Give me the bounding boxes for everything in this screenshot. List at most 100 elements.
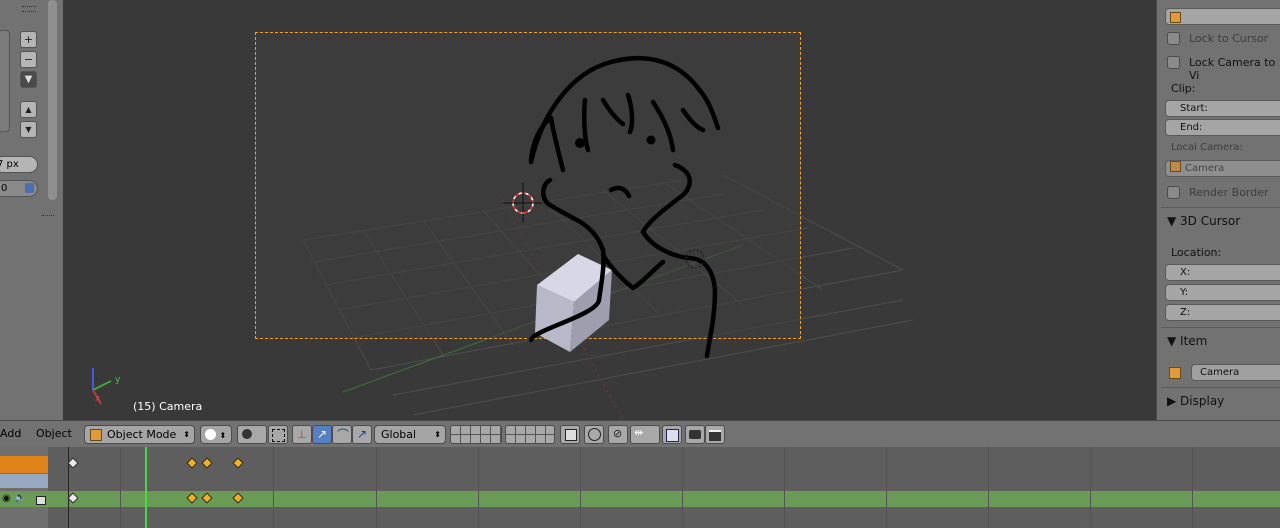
proportional-editing-button[interactable]	[584, 425, 604, 444]
color-swatch-button[interactable]: ▼	[20, 71, 37, 88]
lock-to-cursor-label: Lock to Cursor	[1189, 32, 1269, 45]
clip-label: Clip:	[1171, 82, 1196, 95]
clapper-icon	[709, 430, 721, 441]
frame-gridline	[120, 447, 121, 528]
layers-icon	[565, 429, 577, 441]
playhead-cursor[interactable]	[145, 447, 147, 528]
updown-icon: ⬍	[219, 431, 227, 440]
channel-object[interactable]	[0, 474, 48, 488]
region-grip-icon[interactable]	[42, 215, 54, 219]
move-down-button[interactable]: ▼	[20, 121, 37, 138]
layers-row-2[interactable]	[505, 425, 555, 444]
toolshelf-panel	[0, 30, 10, 132]
link-icon	[25, 183, 34, 193]
view3d-header: Add Object Object Mode ⬍ ⬍ ⊥ ↗ ⌒ ↗ Globa…	[0, 420, 1280, 447]
transform-orientation-selector[interactable]: Global ⬍	[374, 425, 446, 444]
keyframe[interactable]	[201, 457, 213, 469]
scale-manipulator-button[interactable]: ↗	[352, 425, 372, 444]
value-field-text: 0	[1, 183, 8, 194]
pivot-point-selector[interactable]	[237, 425, 267, 444]
toolshelf-scrollbar[interactable]	[48, 0, 57, 200]
toolshelf-grip-icon[interactable]	[22, 6, 36, 12]
3d-cursor-icon[interactable]	[503, 183, 543, 223]
eye-icon[interactable]: ◉	[2, 493, 11, 504]
clip-end-field[interactable]: End:	[1165, 119, 1280, 136]
magnet-icon: ⊘	[613, 427, 623, 440]
grid-icon	[666, 429, 679, 442]
item-panel-header[interactable]: ▼ Item	[1167, 334, 1207, 348]
speaker-icon[interactable]: 🔈	[14, 492, 26, 503]
frame-gridline	[1090, 447, 1091, 528]
size-field[interactable]: 7 px	[0, 156, 38, 173]
lock-icon[interactable]	[36, 496, 46, 505]
object-mode-icon	[90, 429, 102, 441]
add-menu[interactable]: Add	[0, 427, 21, 440]
mode-selector-label: Object Mode	[107, 428, 177, 441]
channel-summary[interactable]	[0, 456, 48, 473]
grease-pencil-channel[interactable]: ◉ 🔈	[0, 491, 48, 507]
section-divider	[1161, 387, 1280, 388]
zoom-in-button[interactable]: +	[20, 31, 37, 48]
camera-object-icon	[1170, 161, 1181, 172]
snap-increment-icon: ⇹	[634, 426, 644, 439]
move-up-button[interactable]: ▲	[20, 101, 37, 118]
render-border-checkbox[interactable]	[1167, 186, 1180, 199]
frame-gridline	[376, 447, 377, 528]
local-camera-label: Local Camera:	[1171, 142, 1243, 153]
snap-toggle-button[interactable]: ⊘	[608, 425, 628, 444]
layers-row-1[interactable]	[450, 425, 502, 444]
local-camera-field[interactable]: Camera	[1165, 160, 1280, 177]
lock-to-cursor-checkbox[interactable]	[1167, 32, 1180, 45]
properties-region: Lock to Cursor Lock Camera to Vi Clip: S…	[1156, 0, 1280, 420]
3d-cursor-panel-header[interactable]: ▼ 3D Cursor	[1167, 214, 1240, 228]
dopesheet-editor[interactable]: ◉ 🔈	[0, 447, 1280, 528]
location-label: Location:	[1171, 246, 1222, 259]
viewport-shading-selector[interactable]: ⬍	[200, 425, 232, 444]
frame-gridline	[988, 447, 989, 528]
section-divider	[1161, 327, 1280, 328]
cursor-y-field[interactable]: Y:	[1165, 284, 1280, 301]
cursor-z-field[interactable]: Z:	[1165, 304, 1280, 321]
arrow-up-icon: ▲	[25, 105, 32, 114]
manipulate-center-button[interactable]	[268, 425, 288, 444]
tool-shelf: + − ▼ ▲ ▼ 7 px 0	[0, 0, 63, 420]
clip-start-field[interactable]: Start:	[1165, 100, 1280, 117]
frame-gridline	[682, 447, 683, 528]
value-field[interactable]: 0	[0, 180, 38, 197]
mode-selector[interactable]: Object Mode ⬍	[84, 425, 195, 444]
keyframe[interactable]	[67, 457, 79, 469]
region-border	[68, 447, 69, 528]
translate-manipulator-button[interactable]: ↗	[312, 425, 332, 444]
local-camera-value: Camera	[1185, 163, 1225, 174]
3d-viewport[interactable]: y x (15) Camera	[63, 0, 1156, 420]
lock-object-field[interactable]	[1165, 8, 1280, 25]
lock-camera-checkbox[interactable]	[1167, 56, 1180, 69]
frame-gridline	[1192, 447, 1193, 528]
display-panel-header[interactable]: ▶ Display	[1167, 394, 1224, 408]
active-object-label: (15) Camera	[133, 400, 203, 413]
render-preview-button[interactable]	[662, 425, 682, 444]
frame-gridline	[886, 447, 887, 528]
object-menu[interactable]: Object	[36, 427, 72, 440]
updown-icon: ⬍	[434, 430, 441, 439]
object-name-field[interactable]: Camera	[1191, 364, 1280, 381]
object-data-icon	[1169, 367, 1181, 379]
manipulator-toggle[interactable]: ⊥	[292, 425, 312, 444]
rotate-manipulator-button[interactable]: ⌒	[332, 425, 352, 444]
render-animation-button[interactable]	[705, 425, 725, 444]
keyframe[interactable]	[186, 457, 198, 469]
render-still-button[interactable]	[685, 425, 705, 444]
cursor-x-field[interactable]: X:	[1165, 264, 1280, 281]
lock-layers-button[interactable]	[560, 425, 580, 444]
snap-element-selector[interactable]: ⇹	[630, 425, 660, 444]
dotted-box-icon	[272, 429, 285, 442]
object-cube-icon	[1170, 12, 1181, 23]
frame-gridline	[784, 447, 785, 528]
arrow-down-icon: ▼	[25, 125, 32, 134]
keyframe[interactable]	[232, 457, 244, 469]
scale-arrow-icon: ↗	[357, 427, 368, 441]
axis-label-y: y	[115, 375, 121, 385]
orientation-label: Global	[381, 428, 417, 441]
zoom-out-button[interactable]: −	[20, 51, 37, 68]
lock-camera-label: Lock Camera to Vi	[1189, 56, 1276, 82]
